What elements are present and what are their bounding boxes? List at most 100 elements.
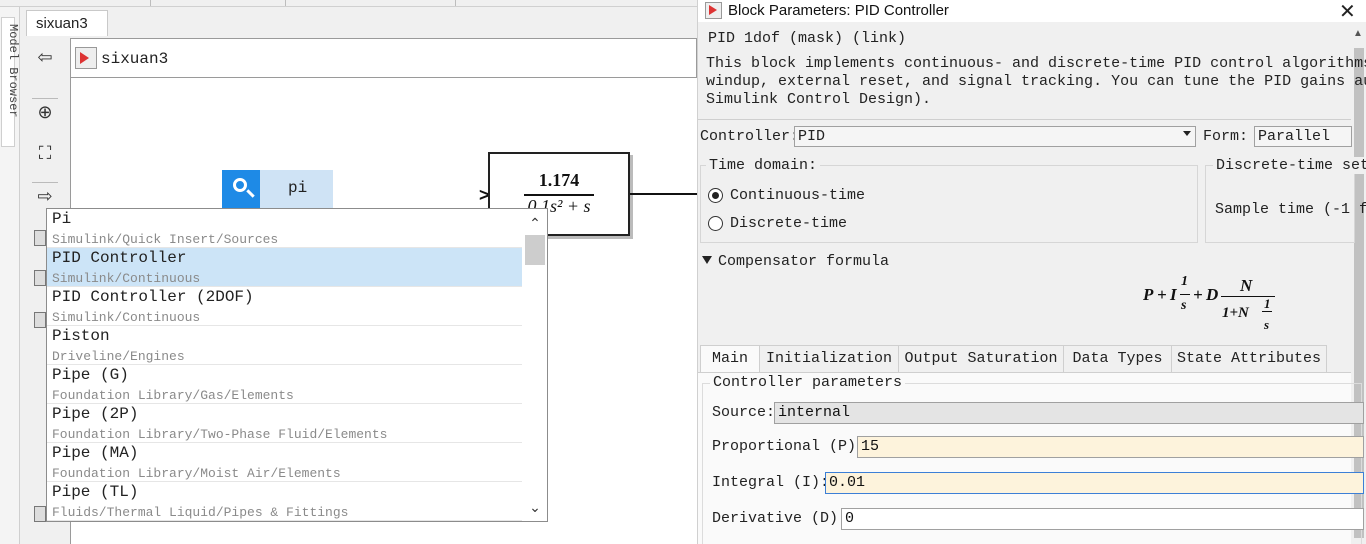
integral-field[interactable]: 0.01 xyxy=(825,472,1364,494)
chevron-down-icon[interactable]: ⌄ xyxy=(525,497,545,517)
divider xyxy=(698,119,1351,120)
source-field[interactable]: internal xyxy=(774,402,1364,424)
formula-s: s xyxy=(1181,298,1187,313)
tab-initialization[interactable]: Initialization xyxy=(759,345,899,373)
dialog-titlebar[interactable]: Block Parameters: PID Controller ✕ xyxy=(698,0,1366,24)
quick-insert-item-path: Fluids/Thermal Liquid/Pipes & Fittings xyxy=(52,505,349,520)
quick-insert-item[interactable]: Pipe (MA) Foundation Library/Moist Air/El… xyxy=(47,443,522,482)
quick-insert-item[interactable]: Piston Driveline/Engines xyxy=(47,326,522,365)
quick-insert-item-name: Pipe (MA) xyxy=(52,444,139,462)
form-label: Form: xyxy=(1203,128,1249,145)
compensator-formula-toggle[interactable]: Compensator formula xyxy=(718,253,889,270)
quick-insert-item[interactable]: PID Controller Simulink/Continuous xyxy=(47,248,522,287)
quick-insert-item[interactable]: Pipe (2P) Foundation Library/Two-Phase Fl… xyxy=(47,404,522,443)
proportional-field[interactable]: 15 xyxy=(857,436,1364,458)
derivative-label: Derivative (D): xyxy=(712,510,848,527)
proportional-label: Proportional (P): xyxy=(712,438,866,455)
continuous-time-label[interactable]: Continuous-time xyxy=(730,187,865,204)
formula-n: N xyxy=(1240,276,1253,295)
formula-one: 1 xyxy=(1264,296,1271,311)
quick-insert-scrollbar[interactable]: ⌃ ⌄ xyxy=(523,209,547,521)
area-icon[interactable] xyxy=(34,312,46,328)
model-icon xyxy=(75,47,97,69)
quick-insert-item[interactable]: PID Controller (2DOF) Simulink/Continuous xyxy=(47,287,522,326)
quick-insert-item-name: Piston xyxy=(52,327,110,345)
formula-plus: + xyxy=(1157,285,1167,304)
form-select[interactable]: Parallel xyxy=(1254,126,1352,147)
block-description: This block implements continuous- and di… xyxy=(706,55,1366,109)
zoom-in-icon[interactable]: ⊕ xyxy=(32,98,58,124)
collapse-triangle-icon[interactable] xyxy=(702,256,712,264)
quick-insert-item-path: Simulink/Quick Insert/Sources xyxy=(52,232,279,247)
quick-insert-list: Pi Simulink/Quick Insert/Sources PID Contr… xyxy=(46,208,548,522)
integral-label: Integral (I): xyxy=(712,474,830,491)
controller-label: Controller: xyxy=(700,128,800,145)
back-icon[interactable]: ⇦ xyxy=(32,44,58,70)
quick-insert-item-name: Pipe (2P) xyxy=(52,405,139,423)
quick-insert-item-path: Foundation Library/Moist Air/Elements xyxy=(52,466,341,481)
scroll-up-icon[interactable]: ▲ xyxy=(1353,28,1363,39)
controller-parameters-legend: Controller parameters xyxy=(710,374,906,391)
description-line: This block implements continuous- and di… xyxy=(706,55,1366,72)
quick-insert-query[interactable]: pi xyxy=(288,179,307,197)
controller-value: PID xyxy=(798,128,826,145)
quick-insert-item-path: Foundation Library/Two-Phase Fluid/Eleme… xyxy=(52,427,388,442)
quick-insert-item[interactable]: Pi Simulink/Quick Insert/Sources xyxy=(47,209,522,248)
arrow-right-icon[interactable]: ⇨ xyxy=(32,182,58,208)
quick-insert-item-name: Pipe (TL) xyxy=(52,483,139,501)
description-line: windup, external reset, and signal track… xyxy=(706,73,1366,90)
tab-main[interactable]: Main xyxy=(700,345,760,374)
derivative-field[interactable]: 0 xyxy=(841,508,1364,530)
fit-view-icon[interactable]: ⛶ xyxy=(32,140,58,166)
time-domain-legend: Time domain: xyxy=(706,157,821,174)
model-browser-tab[interactable]: Model Browser xyxy=(1,17,20,147)
model-browser-strip[interactable]: Model Browser xyxy=(0,7,20,544)
quick-insert-item-path: Foundation Library/Gas/Elements xyxy=(52,388,294,403)
form-value: Parallel xyxy=(1258,128,1331,145)
simulink-editor: Model Browser sixuan3 ⇦ ⊕ ⛶ ⇨ sixuan3 > … xyxy=(0,0,697,544)
breadcrumb-model[interactable]: sixuan3 xyxy=(101,50,168,68)
tab-data-types[interactable]: Data Types xyxy=(1063,345,1172,373)
tab-output-saturation[interactable]: Output Saturation xyxy=(898,345,1064,373)
quick-insert-item-name: PID Controller (2DOF) xyxy=(52,288,254,306)
quick-insert-item[interactable]: Pipe (G) Foundation Library/Gas/Elements xyxy=(47,365,522,404)
formula-i: I xyxy=(1170,285,1177,304)
chevron-up-icon[interactable]: ⌃ xyxy=(525,213,545,233)
model-browser-label: Model Browser xyxy=(6,24,20,118)
main-tab-panel: Controller parameters Source: internal P… xyxy=(698,372,1364,544)
quick-insert-search[interactable]: pi xyxy=(222,170,333,208)
tab-state-attributes[interactable]: State Attributes xyxy=(1171,345,1327,373)
simulink-icon xyxy=(705,2,722,19)
scroll-thumb[interactable] xyxy=(525,235,545,265)
quick-insert-item-path: Driveline/Engines xyxy=(52,349,185,364)
block-parameters-dialog: Block Parameters: PID Controller ✕ ▲ PID… xyxy=(697,0,1366,544)
camera-icon[interactable] xyxy=(34,506,46,522)
source-label: Source: xyxy=(712,404,776,421)
quick-insert-item-name: PID Controller xyxy=(52,249,187,267)
close-icon[interactable]: ✕ xyxy=(1339,0,1356,24)
continuous-time-radio[interactable] xyxy=(708,188,723,203)
controller-select[interactable]: PID xyxy=(794,126,1196,147)
quick-insert-item-path: Simulink/Continuous xyxy=(52,271,201,286)
signal-line[interactable] xyxy=(630,193,697,195)
formula-d: D xyxy=(1206,285,1219,304)
formula-s: s xyxy=(1264,317,1270,332)
quick-insert-item-name: Pipe (G) xyxy=(52,366,129,384)
dialog-title: Block Parameters: PID Controller xyxy=(728,2,949,19)
toolstrip-edge xyxy=(0,0,697,7)
formula-bar xyxy=(1180,294,1190,295)
discrete-time-label[interactable]: Discrete-time xyxy=(730,215,847,232)
discrete-time-radio[interactable] xyxy=(708,216,723,231)
discrete-settings-legend: Discrete-time set xyxy=(1213,157,1366,174)
parameter-tabs: Main Initialization Output Saturation Da… xyxy=(698,345,1351,374)
formula-bar xyxy=(1262,311,1272,312)
mask-type: PID 1dof (mask) (link) xyxy=(708,30,907,47)
annotation-icon[interactable] xyxy=(34,230,46,246)
sample-time-label: Sample time (-1 f xyxy=(1215,201,1366,218)
image-icon[interactable] xyxy=(34,270,46,286)
search-icon xyxy=(222,170,260,208)
formula-p: P xyxy=(1143,285,1154,304)
model-tab[interactable]: sixuan3 xyxy=(26,10,108,36)
quick-insert-item[interactable]: Pipe (TL) Fluids/Thermal Liquid/Pipes & F… xyxy=(47,482,522,521)
tf-numerator: 1.174 xyxy=(538,170,580,190)
